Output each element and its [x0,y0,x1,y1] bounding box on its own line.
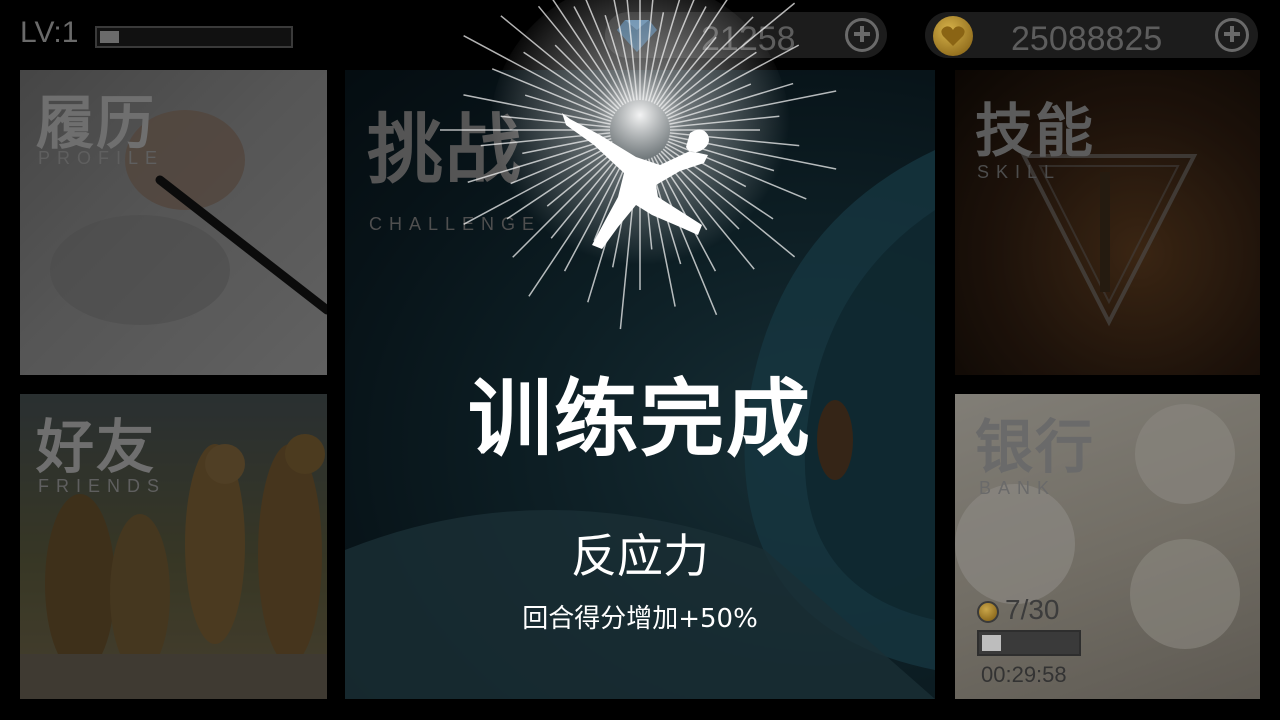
trained-skill-name: 反应力 [571,529,709,583]
xp-bar [95,26,293,48]
coin-count: 25088825 [1011,20,1163,58]
bank-timer: 00:29:58 [981,662,1067,687]
coin-counter: 25088825 [925,12,1258,58]
bank-subtitle: BANK [979,478,1057,498]
training-complete-title: 训练完成 [467,370,812,468]
jumping-figure-icon [562,113,709,249]
skill-subtitle: SKILL [977,162,1062,182]
xp-bar-fill [100,31,119,43]
friends-subtitle: FRIENDS [38,476,167,496]
trained-skill-description: 回合得分增加+50% [522,604,758,634]
skill-tile[interactable]: 技能 SKILL [955,70,1260,375]
profile-subtitle: PROFILE [38,148,165,168]
profile-tile[interactable]: 履历 PROFILE [20,70,327,375]
add-coins-button[interactable] [1215,18,1249,52]
coin-icon [933,16,973,56]
level-label: LV:1 [20,16,79,49]
bank-progress-fill [982,635,1002,651]
skill-title: 技能 [975,97,1096,165]
